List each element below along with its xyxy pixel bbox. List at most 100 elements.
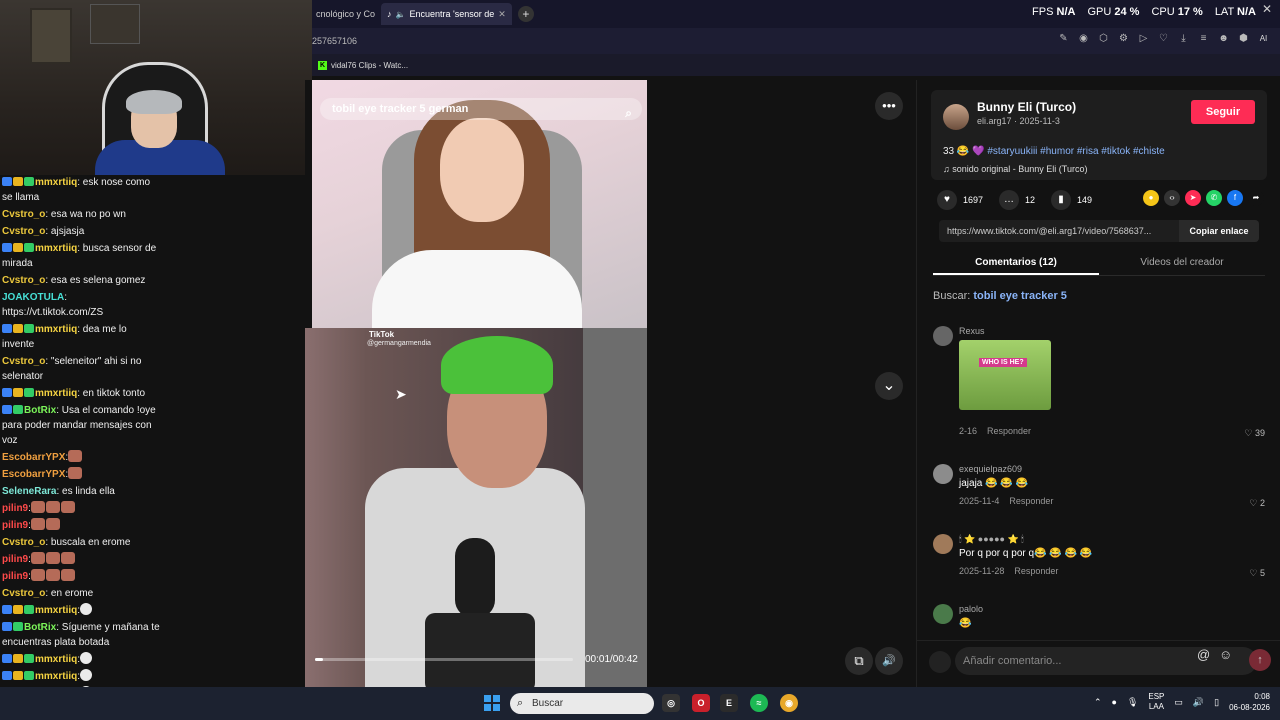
- comment-user[interactable]: 🕯 ⭐ ●●●●● ⭐ 🕯: [959, 534, 1024, 545]
- url-text[interactable]: 257657106: [312, 36, 357, 46]
- chat-username[interactable]: mmxrtiiq: [35, 671, 77, 682]
- camera-icon[interactable]: ◉: [1077, 32, 1090, 45]
- chat-username[interactable]: SeleneRara: [2, 486, 56, 497]
- follow-button[interactable]: Seguir: [1191, 100, 1255, 124]
- creator-name[interactable]: Bunny Eli (Turco): [977, 100, 1076, 114]
- close-tab-icon[interactable]: ✕: [498, 9, 506, 20]
- chat-username[interactable]: Cvstro_o: [2, 275, 45, 286]
- chat-username[interactable]: mmxrtiiq: [35, 605, 77, 616]
- video-link-box[interactable]: https://www.tiktok.com/@eli.arg17/video/…: [939, 220, 1259, 242]
- reply-button[interactable]: Responder: [987, 426, 1031, 436]
- spotify-icon[interactable]: ≈: [750, 694, 768, 712]
- chat-username[interactable]: JOAKOTULA: [2, 292, 64, 303]
- facebook-icon[interactable]: f: [1227, 190, 1243, 206]
- chat-username[interactable]: EscobarrYPX: [2, 469, 65, 480]
- tab-tiktok[interactable]: ♪ 🔈 Encuentra 'sensor de ✕: [381, 3, 512, 25]
- heart-icon[interactable]: ♡: [1157, 32, 1170, 45]
- emoji-icon[interactable]: ☺: [1219, 647, 1232, 662]
- like-action[interactable]: ♥ 1697: [937, 190, 983, 210]
- ai-button[interactable]: AI: [1257, 32, 1270, 45]
- chat-username[interactable]: mmxrtiiq: [35, 654, 77, 665]
- bookmark-kick-clips[interactable]: K vidal76 Clips - Watc...: [318, 60, 408, 70]
- chat-username[interactable]: Cvstro_o: [2, 209, 45, 220]
- pip-button[interactable]: ⧉: [845, 647, 873, 675]
- chat-username[interactable]: mmxrtiiq: [35, 388, 77, 399]
- video-bottom-frame[interactable]: TikTok @germangarmendia ➤ 00:01/00:42: [305, 328, 647, 687]
- profile-icon[interactable]: ☻: [1217, 32, 1230, 45]
- chat-username[interactable]: pilin9: [2, 571, 28, 582]
- chat-username[interactable]: EscobarrYPX: [2, 452, 65, 463]
- video-progress-bar[interactable]: [315, 658, 573, 661]
- copy-link-button[interactable]: Copiar enlace: [1179, 220, 1259, 242]
- comment-user[interactable]: palolo: [959, 604, 983, 614]
- start-button[interactable]: [484, 695, 500, 711]
- chat-username[interactable]: mmxrtiiq: [35, 177, 77, 188]
- steam-icon[interactable]: ◎: [662, 694, 680, 712]
- chat-username[interactable]: Cvstro_o: [2, 588, 45, 599]
- comment-avatar[interactable]: [933, 326, 953, 346]
- volume-icon[interactable]: 🔊: [1193, 697, 1204, 708]
- tab-creator-videos[interactable]: Videos del creador: [1099, 252, 1265, 275]
- play-icon[interactable]: ▷: [1137, 32, 1150, 45]
- sound-link[interactable]: ♫ sonido original - Bunny Eli (Turco): [943, 164, 1087, 174]
- chat-username[interactable]: mmxrtiiq: [35, 324, 77, 335]
- chevron-up-icon[interactable]: ⌃: [1094, 697, 1102, 708]
- taskbar-search[interactable]: ⌕ Buscar: [510, 693, 654, 714]
- comment-user[interactable]: exequielpaz609: [959, 464, 1022, 474]
- chat-username[interactable]: pilin9: [2, 503, 28, 514]
- chat-username[interactable]: BotRix: [24, 622, 56, 633]
- cube-icon[interactable]: ⬢: [1237, 32, 1250, 45]
- comment-action[interactable]: … 12: [999, 190, 1035, 210]
- comment-user[interactable]: Rexus: [959, 326, 985, 336]
- comment-image[interactable]: WHO IS HE?: [959, 340, 1051, 410]
- coin-icon[interactable]: ●: [1143, 190, 1159, 206]
- chat-username[interactable]: Cvstro_o: [2, 226, 45, 237]
- chrome-icon[interactable]: ◉: [780, 694, 798, 712]
- comment-avatar[interactable]: [933, 534, 953, 554]
- send-icon[interactable]: ➤: [1185, 190, 1201, 206]
- new-tab-button[interactable]: +: [517, 6, 534, 22]
- chat-username[interactable]: Cvstro_o: [2, 356, 45, 367]
- chat-username[interactable]: Cvstro_o: [2, 537, 45, 548]
- next-video-button[interactable]: ⌄: [875, 372, 903, 400]
- settings-icon[interactable]: ⚙: [1117, 32, 1130, 45]
- chat-username[interactable]: pilin9: [2, 554, 28, 565]
- related-search[interactable]: Buscar: tobil eye tracker 5: [933, 290, 1067, 302]
- save-action[interactable]: ▮ 149: [1051, 190, 1092, 210]
- comment-like[interactable]: ♡ 39: [1244, 428, 1265, 439]
- chat-username[interactable]: BotRix: [24, 405, 56, 416]
- embed-icon[interactable]: ‹›: [1164, 190, 1180, 206]
- comment-input[interactable]: Añadir comentario...: [955, 647, 1257, 675]
- epic-games-icon[interactable]: E: [720, 694, 738, 712]
- app-tray-icon[interactable]: ●: [1112, 697, 1117, 707]
- share-arrow-icon[interactable]: ➦: [1248, 190, 1264, 206]
- window-close-button[interactable]: ✕: [1262, 2, 1272, 16]
- mention-icon[interactable]: @: [1197, 647, 1210, 662]
- chat-username[interactable]: pilin9: [2, 520, 28, 531]
- microphone-icon[interactable]: 🎙: [1127, 697, 1138, 708]
- opera-icon[interactable]: O: [692, 694, 710, 712]
- language-indicator[interactable]: ESP LAA: [1148, 692, 1164, 712]
- send-comment-button[interactable]: ↑: [1249, 649, 1271, 671]
- reply-button[interactable]: Responder: [1009, 496, 1053, 506]
- volume-button[interactable]: 🔊: [875, 647, 903, 675]
- edit-icon[interactable]: ✎: [1057, 32, 1070, 45]
- tab-tecnologico[interactable]: cnológico y Co: [310, 3, 381, 25]
- network-icon[interactable]: ▭: [1174, 697, 1183, 708]
- battery-icon[interactable]: ▯: [1214, 697, 1219, 708]
- menu-icon[interactable]: ≡: [1197, 32, 1210, 45]
- chat-username[interactable]: mmxrtiiq: [35, 243, 77, 254]
- hashtags[interactable]: #staryuukiii #humor #risa #tiktok #chist…: [987, 146, 1164, 157]
- comment-like[interactable]: ♡ 5: [1249, 568, 1265, 579]
- comment-like[interactable]: ♡ 2: [1249, 498, 1265, 509]
- comment-avatar[interactable]: [933, 604, 953, 624]
- creator-avatar[interactable]: [943, 104, 969, 130]
- clock[interactable]: 0:08 06-08-2026: [1229, 691, 1270, 713]
- extension-icon[interactable]: ⬡: [1097, 32, 1110, 45]
- reply-button[interactable]: Responder: [1014, 566, 1058, 576]
- whatsapp-icon[interactable]: ✆: [1206, 190, 1222, 206]
- download-icon[interactable]: ⤓: [1177, 32, 1190, 45]
- more-options-button[interactable]: •••: [875, 92, 903, 120]
- comment-avatar[interactable]: [933, 464, 953, 484]
- tab-comments[interactable]: Comentarios (12): [933, 252, 1099, 275]
